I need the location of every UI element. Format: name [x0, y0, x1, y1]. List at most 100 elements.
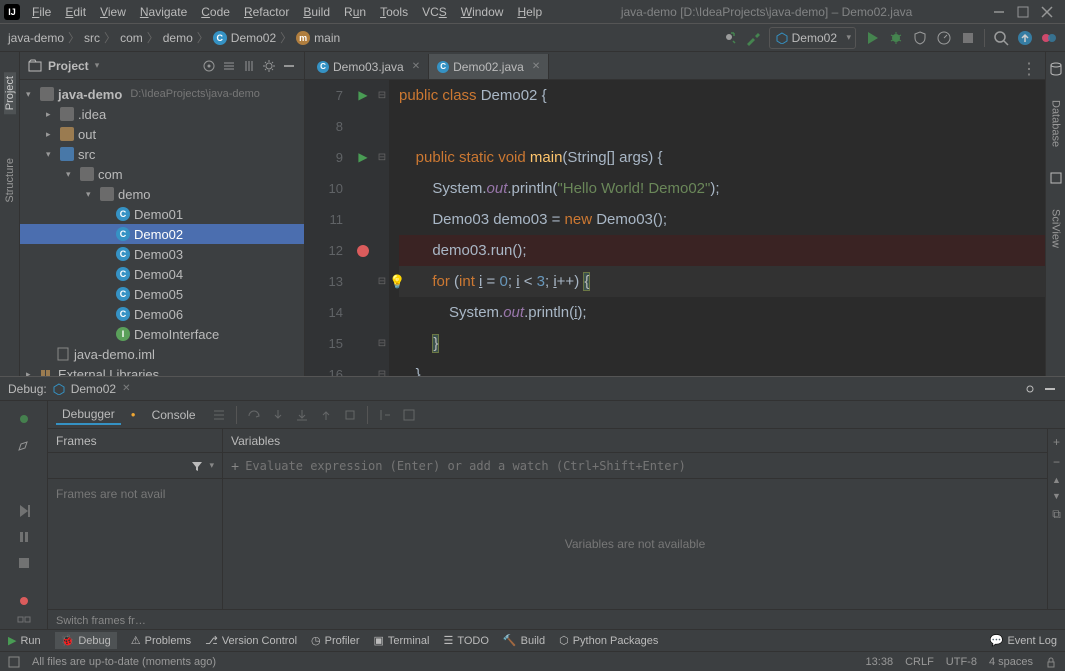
crumb-class[interactable]: Demo02	[231, 31, 276, 45]
hammer-icon[interactable]	[745, 30, 761, 46]
profiler-run-icon[interactable]	[936, 30, 952, 46]
update-icon[interactable]	[1017, 30, 1033, 46]
debug-icon[interactable]	[888, 30, 904, 46]
close-icon[interactable]: ✕	[412, 61, 420, 72]
pause-icon[interactable]	[16, 529, 32, 545]
run-icon[interactable]	[864, 30, 880, 46]
lock-icon[interactable]	[1045, 656, 1057, 668]
step-over-icon[interactable]	[247, 408, 261, 422]
run-config-dropdown[interactable]: Demo02	[769, 27, 856, 49]
crumb-method[interactable]: main	[314, 31, 340, 45]
tool-todo[interactable]: ☰TODO	[443, 634, 488, 647]
evaluate-icon[interactable]	[402, 408, 416, 422]
crumb-src[interactable]: src	[84, 31, 100, 45]
tree-demo04[interactable]: CDemo04	[20, 264, 304, 284]
stripe-project[interactable]: Project	[4, 72, 16, 114]
sciview-icon[interactable]	[1049, 171, 1063, 185]
maximize-icon[interactable]	[1017, 6, 1029, 18]
force-step-into-icon[interactable]	[295, 408, 309, 422]
tree-demo[interactable]: ▾demo	[20, 184, 304, 204]
stop-icon[interactable]	[16, 555, 32, 571]
stripe-sciview[interactable]: SciView	[1050, 205, 1062, 252]
coverage-icon[interactable]	[912, 30, 928, 46]
tool-profiler[interactable]: ◷Profiler	[311, 634, 359, 647]
minimize-icon[interactable]	[993, 6, 1005, 18]
menu-navigate[interactable]: Navigate	[134, 3, 193, 21]
menu-build[interactable]: Build	[297, 3, 336, 21]
tool-event-log[interactable]: 💬Event Log	[990, 634, 1057, 647]
close-icon[interactable]	[1041, 6, 1053, 18]
crumb-com[interactable]: com	[120, 31, 143, 45]
intention-bulb-icon[interactable]: 💡	[389, 266, 405, 297]
down-icon[interactable]: ▼	[1052, 491, 1061, 501]
run-line-icon[interactable]: ▶	[358, 80, 367, 111]
breakpoint-icon[interactable]	[357, 245, 369, 257]
evaluate-input[interactable]	[245, 459, 1039, 473]
tool-problems[interactable]: ⚠Problems	[131, 634, 191, 647]
tool-python[interactable]: ⬡Python Packages	[559, 634, 658, 647]
tool-build[interactable]: 🔨Build	[503, 634, 545, 647]
tab-demo03[interactable]: CDemo03.java✕	[309, 54, 429, 79]
search-icon[interactable]	[993, 30, 1009, 46]
menu-edit[interactable]: Edit	[59, 3, 92, 21]
modify-run-icon[interactable]	[16, 437, 32, 453]
tree-demo02[interactable]: CDemo02	[20, 224, 304, 244]
console-tab[interactable]: Console	[146, 406, 202, 424]
status-eol[interactable]: CRLF	[905, 656, 934, 668]
up-icon[interactable]: ▲	[1052, 475, 1061, 485]
status-encoding[interactable]: UTF-8	[946, 656, 977, 668]
expand-all-icon[interactable]	[222, 59, 236, 73]
hide-icon[interactable]	[282, 59, 296, 73]
menu-file[interactable]: File	[26, 3, 57, 21]
menu-code[interactable]: Code	[195, 3, 236, 21]
filter-icon[interactable]	[191, 460, 203, 472]
add-config-icon[interactable]	[721, 30, 737, 46]
tab-options-icon[interactable]: ⋮	[1013, 59, 1045, 79]
select-opened-icon[interactable]	[202, 59, 216, 73]
drop-frame-icon[interactable]	[343, 408, 357, 422]
tree-demo06[interactable]: CDemo06	[20, 304, 304, 324]
tree-root[interactable]: ▾java-demoD:\IdeaProjects\java-demo	[20, 84, 304, 104]
menu-vcs[interactable]: VCS	[416, 3, 453, 21]
tree-demointerface[interactable]: IDemoInterface	[20, 324, 304, 344]
threads-icon[interactable]	[212, 408, 226, 422]
remove-icon[interactable]: −	[1053, 455, 1060, 469]
stripe-database[interactable]: Database	[1050, 96, 1062, 151]
step-out-icon[interactable]	[319, 408, 333, 422]
status-icon[interactable]	[8, 656, 20, 668]
tree-com[interactable]: ▾com	[20, 164, 304, 184]
menu-tools[interactable]: Tools	[374, 3, 414, 21]
close-icon[interactable]: ✕	[532, 61, 540, 72]
stripe-structure[interactable]: Structure	[4, 154, 16, 207]
status-indent[interactable]: 4 spaces	[989, 656, 1033, 668]
add-watch-icon[interactable]: +	[231, 458, 239, 474]
ide-features-icon[interactable]	[1041, 30, 1057, 46]
collapse-all-icon[interactable]	[242, 59, 256, 73]
database-icon[interactable]	[1049, 62, 1063, 76]
menu-view[interactable]: View	[94, 3, 132, 21]
menu-help[interactable]: Help	[511, 3, 548, 21]
crumb-project[interactable]: java-demo	[8, 31, 64, 45]
breakpoint-badge-icon[interactable]	[20, 597, 28, 605]
tree-demo01[interactable]: CDemo01	[20, 204, 304, 224]
tree-demo03[interactable]: CDemo03	[20, 244, 304, 264]
stop-icon[interactable]	[960, 30, 976, 46]
tool-run[interactable]: ▶Run	[8, 634, 41, 647]
step-into-icon[interactable]	[271, 408, 285, 422]
tree-out[interactable]: ▸out	[20, 124, 304, 144]
resume-icon[interactable]	[16, 503, 32, 519]
tab-demo02[interactable]: CDemo02.java✕	[429, 54, 549, 79]
tool-debug[interactable]: 🐞Debug	[55, 632, 117, 649]
menu-window[interactable]: Window	[455, 3, 510, 21]
menu-run[interactable]: Run	[338, 3, 372, 21]
tool-terminal[interactable]: ▣Terminal	[373, 634, 429, 647]
gear-icon[interactable]	[262, 59, 276, 73]
tree-idea[interactable]: ▸.idea	[20, 104, 304, 124]
tree-iml[interactable]: java-demo.iml	[20, 344, 304, 364]
tree-demo05[interactable]: CDemo05	[20, 284, 304, 304]
gear-icon[interactable]	[1023, 382, 1037, 396]
rerun-debug-icon[interactable]	[16, 411, 32, 427]
crumb-demo[interactable]: demo	[163, 31, 193, 45]
debugger-tab[interactable]: Debugger	[56, 405, 121, 425]
tool-vcs[interactable]: ⎇Version Control	[205, 634, 297, 647]
